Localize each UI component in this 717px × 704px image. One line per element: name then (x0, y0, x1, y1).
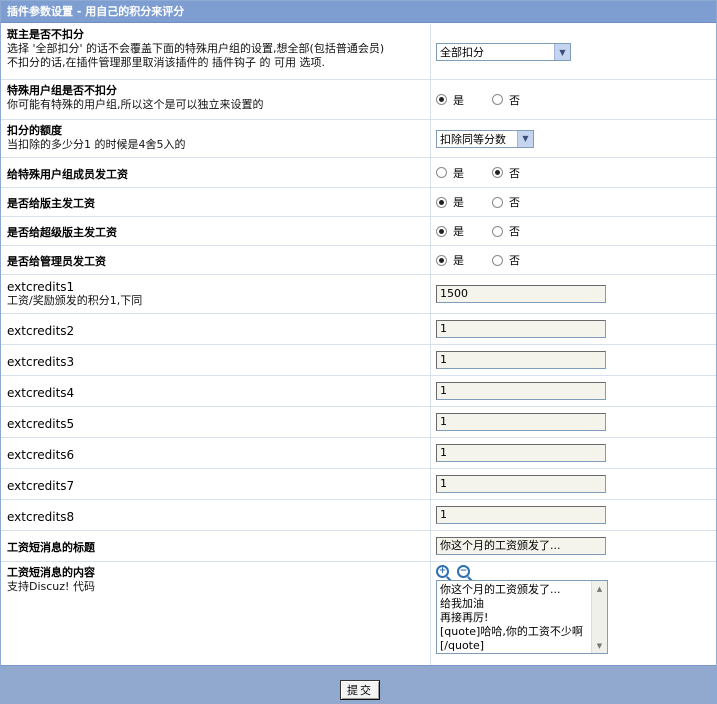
form-footer: 提交 (1, 665, 716, 704)
radio-button-checked[interactable] (436, 254, 447, 266)
setting-title: 是否给版主发工资 (7, 197, 95, 210)
radio-yes[interactable]: 是 (436, 165, 464, 181)
setting-title: extcredits4 (7, 386, 75, 400)
setting-title: extcredits2 (7, 324, 75, 338)
chevron-down-icon[interactable]: ▼ (517, 130, 533, 147)
setting-title: extcredits3 (7, 355, 75, 369)
scroll-down-icon[interactable]: ▼ (592, 638, 607, 653)
plugin-settings-panel: 插件参数设置 - 用自己的积分来评分 斑主是否不扣分 选择 '全部扣分' 的话不… (0, 0, 717, 704)
setting-row-message-title: 工资短消息的标题 你这个月的工资颁发了... (1, 531, 716, 562)
setting-desc: 当扣除的多少分1 的时候是4舍5入的 (7, 138, 186, 151)
setting-title: 扣分的额度 (7, 124, 62, 137)
setting-desc: 你可能有特殊的用户组,所以这个是可以独立来设置的 (7, 98, 264, 111)
setting-row-moderator-deduct: 斑主是否不扣分 选择 '全部扣分' 的话不会覆盖下面的特殊用户组的设置,想全部(… (1, 24, 716, 80)
extcredits1-input[interactable]: 1500 (436, 285, 606, 303)
radio-button[interactable] (492, 254, 503, 266)
extcredits8-input[interactable]: 1 (436, 506, 606, 524)
setting-row-moderator-salary: 是否给版主发工资 是 否 (1, 188, 716, 217)
setting-row-extcredits8: extcredits8 1 (1, 500, 716, 531)
setting-title: 特殊用户组是否不扣分 (7, 84, 117, 97)
extcredits2-input[interactable]: 1 (436, 320, 606, 338)
radio-button[interactable] (492, 94, 503, 105)
deduct-amount-select[interactable]: 扣除同等分数 ▼ (436, 129, 534, 148)
scroll-up-icon[interactable]: ▲ (592, 581, 607, 596)
setting-desc: 工资/奖励颁发的积分1,下同 (7, 294, 143, 307)
zoom-out-icon[interactable]: − (457, 565, 470, 578)
setting-row-extcredits6: extcredits6 1 (1, 438, 716, 469)
textarea-scrollbar[interactable]: ▲ ▼ (591, 581, 607, 653)
radio-button[interactable] (492, 196, 503, 208)
chevron-down-icon[interactable]: ▼ (554, 44, 570, 60)
textarea-line: 你这个月的工资颁发了... (440, 583, 561, 596)
radio-no[interactable]: 否 (492, 223, 520, 239)
radio-yes[interactable]: 是 (436, 92, 464, 108)
zoom-in-icon[interactable]: + (436, 565, 449, 578)
setting-title: extcredits7 (7, 479, 75, 493)
message-title-input[interactable]: 你这个月的工资颁发了... (436, 537, 606, 555)
setting-desc: 不扣分的话,在插件管理那里取消该插件的 插件钩子 的 可用 选项. (7, 56, 325, 69)
setting-row-extcredits2: extcredits2 1 (1, 314, 716, 345)
setting-row-admin-salary: 是否给管理员发工资 是 否 (1, 246, 716, 275)
radio-button-checked[interactable] (492, 167, 503, 178)
radio-button-checked[interactable] (436, 196, 447, 208)
textarea-line: [/quote] (440, 639, 485, 652)
setting-row-extcredits3: extcredits3 1 (1, 345, 716, 376)
setting-title: 斑主是否不扣分 (7, 28, 84, 41)
radio-button-checked[interactable] (436, 94, 447, 105)
setting-title: 给特殊用户组成员发工资 (7, 167, 128, 181)
setting-title: 是否给管理员发工资 (7, 255, 106, 268)
setting-desc: 支持Discuz! 代码 (7, 580, 95, 593)
textarea-line: 再接再厉! (440, 611, 489, 624)
setting-row-extcredits4: extcredits4 1 (1, 376, 716, 407)
panel-title: 插件参数设置 - 用自己的积分来评分 (1, 1, 716, 23)
setting-title: 是否给超级版主发工资 (7, 226, 117, 239)
radio-yes[interactable]: 是 (436, 223, 464, 239)
textarea-zoom-controls: + − (436, 565, 716, 578)
radio-no[interactable]: 否 (492, 92, 520, 108)
extcredits6-input[interactable]: 1 (436, 444, 606, 462)
radio-no[interactable]: 否 (492, 165, 520, 181)
setting-title: extcredits5 (7, 417, 75, 431)
setting-row-deduct-amount: 扣分的额度 当扣除的多少分1 的时候是4舍5入的 扣除同等分数 ▼ (1, 120, 716, 158)
setting-row-super-moderator-salary: 是否给超级版主发工资 是 否 (1, 217, 716, 246)
setting-title: extcredits6 (7, 448, 75, 462)
setting-title: extcredits1 (7, 280, 75, 294)
radio-button[interactable] (492, 225, 503, 237)
radio-yes[interactable]: 是 (436, 252, 464, 268)
radio-yes[interactable]: 是 (436, 194, 464, 210)
radio-button[interactable] (436, 167, 447, 178)
submit-button[interactable]: 提交 (340, 680, 380, 700)
setting-row-extcredits7: extcredits7 1 (1, 469, 716, 500)
radio-no[interactable]: 否 (492, 252, 520, 268)
radio-no[interactable]: 否 (492, 194, 520, 210)
extcredits5-input[interactable]: 1 (436, 413, 606, 431)
setting-row-extcredits5: extcredits5 1 (1, 407, 716, 438)
deduct-mode-select[interactable]: 全部扣分 ▼ (436, 43, 571, 61)
setting-title: extcredits8 (7, 510, 75, 524)
setting-row-special-group-salary: 给特殊用户组成员发工资 是 否 (1, 158, 716, 188)
extcredits7-input[interactable]: 1 (436, 475, 606, 493)
extcredits3-input[interactable]: 1 (436, 351, 606, 369)
setting-desc: 选择 '全部扣分' 的话不会覆盖下面的特殊用户组的设置,想全部(包括普通会员) (7, 42, 385, 55)
extcredits4-input[interactable]: 1 (436, 382, 606, 400)
radio-button-checked[interactable] (436, 225, 447, 237)
setting-row-extcredits1: extcredits1 工资/奖励颁发的积分1,下同 1500 (1, 275, 716, 314)
setting-title: 工资短消息的标题 (7, 541, 95, 554)
setting-row-special-group-deduct: 特殊用户组是否不扣分 你可能有特殊的用户组,所以这个是可以独立来设置的 是 否 (1, 80, 716, 120)
textarea-line: 给我加油 (440, 597, 484, 610)
textarea-line: [quote]哈哈,你的工资不少啊 (440, 625, 583, 638)
message-content-textarea[interactable]: 你这个月的工资颁发了... 给我加油 再接再厉! [quote]哈哈,你的工资不… (436, 580, 608, 654)
setting-row-message-content: 工资短消息的内容 支持Discuz! 代码 + − 你这个月的工资颁发了... … (1, 562, 716, 665)
setting-title: 工资短消息的内容 (7, 566, 95, 579)
